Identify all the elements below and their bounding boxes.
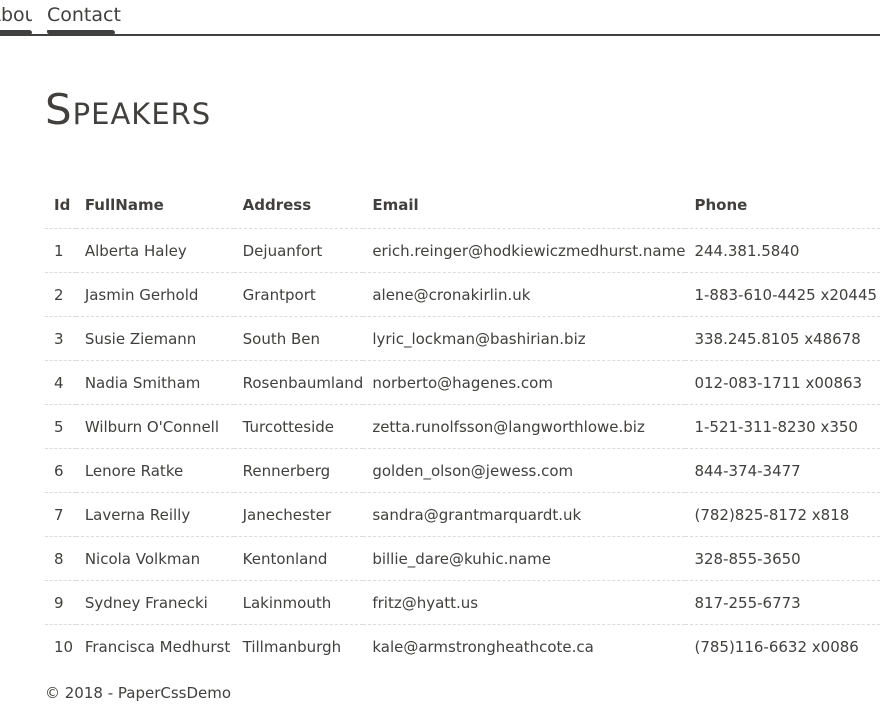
cell-id: 1	[45, 228, 76, 273]
nav-link-about[interactable]: About	[0, 2, 32, 34]
nav-link-contact-underline	[47, 30, 115, 34]
cell-phone: 244.381.5840	[685, 228, 880, 273]
cell-address: Rennerberg	[233, 448, 364, 493]
cell-fullname: Nadia Smitham	[75, 360, 234, 405]
top-navbar: About Contact	[0, 0, 880, 36]
cell-address: Turcotteside	[233, 404, 364, 449]
column-header-address: Address	[233, 182, 364, 229]
cell-phone: 844-374-3477	[685, 448, 880, 493]
cell-id: 9	[45, 580, 76, 625]
cell-id: 7	[45, 492, 76, 537]
cell-address: Grantport	[233, 272, 364, 317]
cell-fullname: Sydney Franecki	[75, 580, 234, 625]
cell-email: zetta.runolfsson@langworthlowe.biz	[363, 404, 686, 449]
cell-email: sandra@grantmarquardt.uk	[363, 492, 686, 537]
table-header-row: Id FullName Address Email Phone	[45, 182, 880, 229]
cell-email: alene@cronakirlin.uk	[363, 272, 686, 317]
cell-id: 8	[45, 536, 76, 581]
table-row: 4 Nadia Smitham Rosenbaumland norberto@h…	[45, 360, 880, 405]
table-row: 9 Sydney Franecki Lakinmouth fritz@hyatt…	[45, 580, 880, 625]
cell-phone: 338.245.8105 x48678	[685, 316, 880, 361]
column-header-id: Id	[45, 182, 76, 229]
column-header-fullname: FullName	[75, 182, 234, 229]
table-row: 3 Susie Ziemann South Ben lyric_lockman@…	[45, 316, 880, 361]
cell-email: golden_olson@jewess.com	[363, 448, 686, 493]
cell-address: Janechester	[233, 492, 364, 537]
column-header-phone: Phone	[685, 182, 880, 229]
cell-phone: 817-255-6773	[685, 580, 880, 625]
cell-email: kale@armstrongheathcote.ca	[372, 637, 594, 656]
table-row: 6 Lenore Ratke Rennerberg golden_olson@j…	[45, 448, 880, 493]
table-row: 10 Francisca Medhurst Tillmanburgh kale@…	[45, 625, 880, 669]
cell-email: lyric_lockman@bashirian.biz	[363, 316, 686, 361]
table-row: 5 Wilburn O'Connell Turcotteside zetta.r…	[45, 404, 880, 449]
cell-id: 10	[54, 637, 74, 656]
column-header-email: Email	[363, 182, 686, 229]
cell-address: South Ben	[233, 316, 364, 361]
cell-address: Tillmanburgh	[242, 637, 342, 656]
cell-id: 5	[45, 404, 76, 449]
page-title: Speakers	[45, 85, 212, 134]
cell-email: norberto@hagenes.com	[363, 360, 686, 405]
cell-fullname: Francisca Medhurst	[84, 637, 231, 656]
cell-phone: 012-083-1711 x00863	[685, 360, 880, 405]
nav-link-contact[interactable]: Contact	[47, 2, 121, 34]
nav-link-about-label: About	[0, 4, 32, 26]
cell-address: Lakinmouth	[233, 580, 364, 625]
cell-fullname: Susie Ziemann	[75, 316, 234, 361]
cell-phone: (782)825-8172 x818	[685, 492, 880, 537]
cell-email: erich.reinger@hodkiewiczmedhurst.name	[363, 228, 686, 273]
cell-id: 6	[45, 448, 76, 493]
cell-phone: 1-883-610-4425 x20445	[685, 272, 880, 317]
cell-id: 3	[45, 316, 76, 361]
cell-id: 2	[45, 272, 76, 317]
cell-phone: 1-521-311-8230 x350	[685, 404, 880, 449]
table-row: 1 Alberta Haley Dejuanfort erich.reinger…	[45, 228, 880, 273]
cell-phone: (785)116-6632 x0086	[694, 637, 859, 656]
cell-address: Kentonland	[233, 536, 364, 581]
footer-copyright: © 2018 - PaperCssDemo	[45, 684, 232, 702]
nav-link-about-underline	[0, 30, 32, 34]
table-row: 2 Jasmin Gerhold Grantport alene@cronaki…	[45, 272, 880, 317]
cell-fullname: Laverna Reilly	[75, 492, 234, 537]
cell-fullname: Jasmin Gerhold	[75, 272, 234, 317]
speakers-table: Id FullName Address Email Phone 1 Albert…	[45, 182, 880, 668]
cell-fullname: Wilburn O'Connell	[75, 404, 234, 449]
table-row: 8 Nicola Volkman Kentonland billie_dare@…	[45, 536, 880, 581]
cell-address: Rosenbaumland	[233, 360, 364, 405]
cell-id: 4	[45, 360, 76, 405]
cell-fullname: Nicola Volkman	[75, 536, 234, 581]
cell-fullname: Alberta Haley	[75, 228, 234, 273]
nav-link-contact-label: Contact	[47, 4, 121, 26]
cell-address: Dejuanfort	[233, 228, 364, 273]
cell-phone: 328-855-3650	[685, 536, 880, 581]
table-row: 7 Laverna Reilly Janechester sandra@gran…	[45, 492, 880, 537]
cell-email: billie_dare@kuhic.name	[363, 536, 686, 581]
cell-email: fritz@hyatt.us	[363, 580, 686, 625]
cell-fullname: Lenore Ratke	[75, 448, 234, 493]
